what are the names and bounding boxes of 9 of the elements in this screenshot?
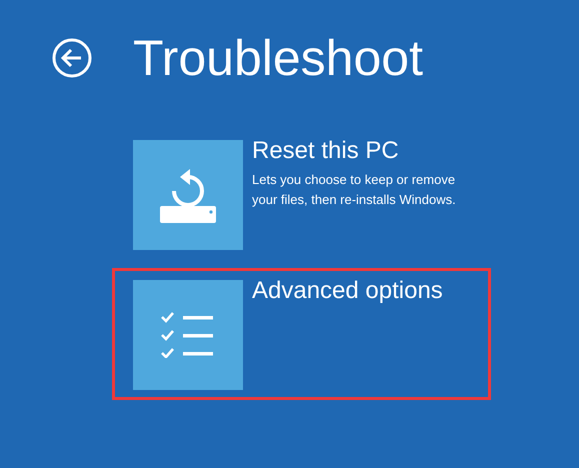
option-tile[interactable]	[133, 140, 243, 250]
back-icon[interactable]	[52, 38, 92, 78]
option-title[interactable]: Reset this PC	[252, 138, 399, 164]
reset-icon	[159, 166, 217, 224]
option-description: Lets you choose to keep or remove your files, then re-installs Windows.	[252, 171, 457, 209]
checklist-icon	[161, 312, 215, 358]
option-tile[interactable]	[133, 280, 243, 390]
option-title[interactable]: Advanced options	[252, 278, 443, 304]
page-title: Troubleshoot	[133, 29, 423, 88]
